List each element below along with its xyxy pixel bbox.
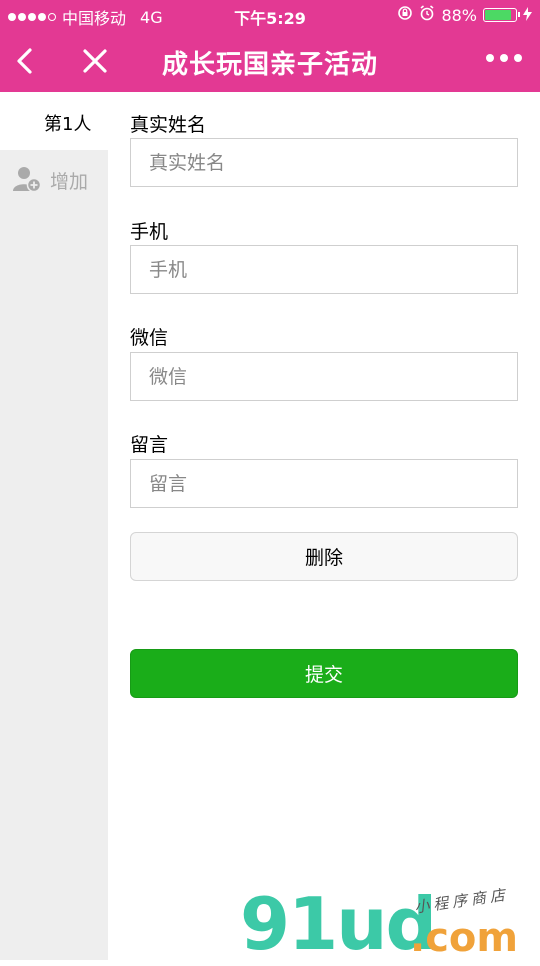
battery-percent: 88%: [441, 5, 477, 25]
participant-sidebar: 第1人 增加: [0, 92, 108, 960]
add-user-icon: [12, 164, 42, 194]
sidebar-item-person-1[interactable]: 第1人: [0, 92, 108, 150]
wechat-label: 微信: [130, 327, 169, 349]
wechat-input[interactable]: [130, 352, 518, 401]
message-label: 留言: [130, 434, 169, 456]
page-title: 成长玩国亲子活动: [161, 50, 378, 80]
name-label: 真实姓名: [130, 114, 207, 136]
alarm-icon: [419, 5, 435, 25]
sidebar-item-label: 第1人: [44, 114, 92, 135]
battery-icon: [483, 8, 520, 22]
rotation-lock-icon: [397, 5, 413, 25]
phone-label: 手机: [130, 221, 169, 243]
name-input[interactable]: [130, 138, 518, 187]
charging-icon: [523, 6, 532, 25]
status-right: 88%: [397, 5, 532, 25]
watermark-logo: 91ud 小程序商店 .com: [240, 882, 540, 966]
phone-input[interactable]: [130, 245, 518, 294]
submit-button[interactable]: 提交: [130, 649, 518, 698]
status-bar: 中国移动 4G 下午5:29 88%: [0, 0, 540, 30]
add-person-button[interactable]: 增加: [0, 150, 108, 208]
add-person-label: 增加: [50, 171, 89, 193]
message-input[interactable]: [130, 459, 518, 508]
delete-button[interactable]: 删除: [130, 532, 518, 581]
watermark-brand: 91ud: [240, 882, 437, 966]
nav-bar: 成长玩国亲子活动: [0, 30, 540, 92]
watermark-domain: .com: [410, 915, 519, 961]
more-options-icon[interactable]: [486, 54, 522, 62]
